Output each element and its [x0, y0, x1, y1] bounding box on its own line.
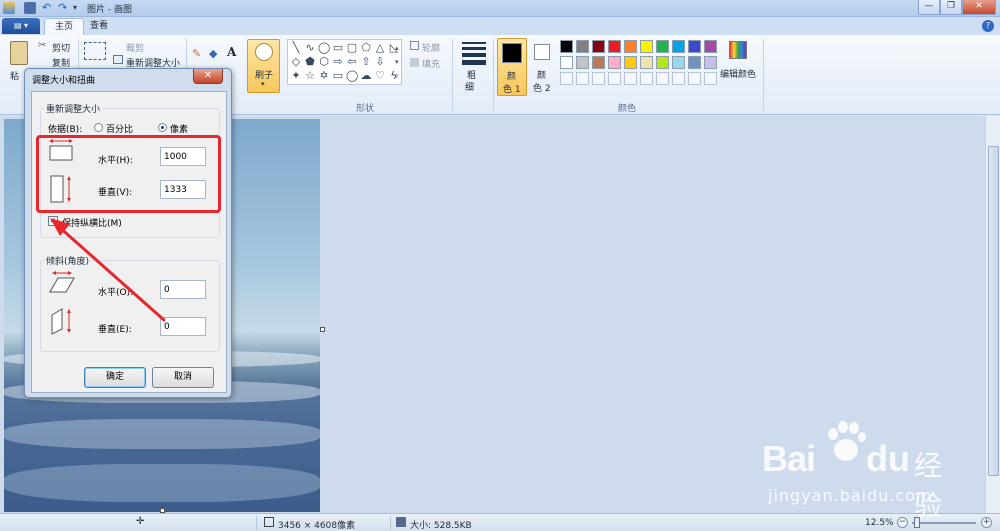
watermark-url: jingyan.baidu.com	[768, 486, 933, 505]
file-size: 大小: 528.5KB	[410, 521, 472, 531]
paw-icon	[828, 421, 866, 461]
zoom-out-button[interactable]: −	[897, 517, 908, 528]
watermark-brand: Bai	[762, 438, 816, 479]
zoom-in-button[interactable]: +	[981, 517, 992, 528]
status-bar: ✛ 3456 × 4608像素 大小: 528.5KB 12.5% − +	[0, 513, 1000, 531]
disk-icon	[396, 517, 406, 527]
status-divider	[390, 516, 391, 530]
watermark-brand-cn: 经验	[914, 449, 943, 522]
cursor-position-icon: ✛	[136, 516, 145, 527]
watermark-brand-suffix: du	[866, 438, 910, 479]
zoom-level: 12.5%	[865, 518, 894, 528]
selection-size-icon	[264, 517, 274, 527]
status-divider	[256, 516, 257, 530]
image-dimensions: 3456 × 4608像素	[278, 521, 356, 531]
